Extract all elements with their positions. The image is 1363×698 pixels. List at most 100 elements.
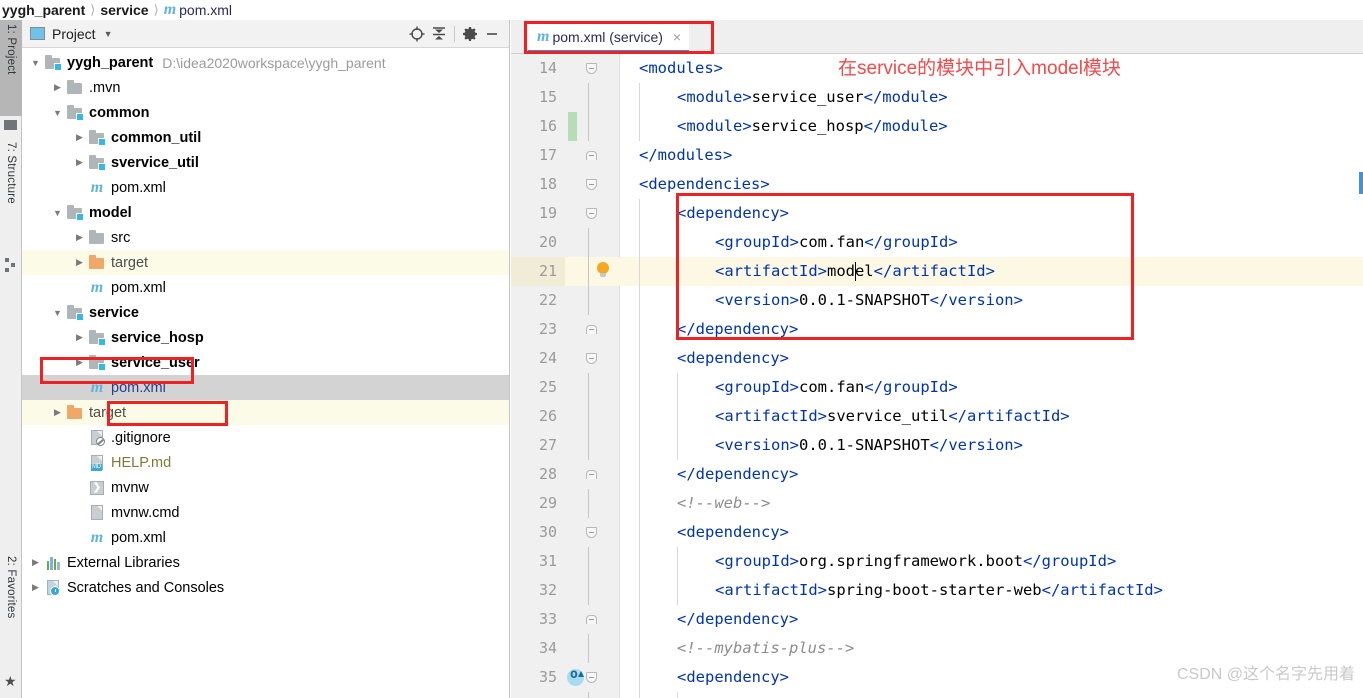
settings-gear-icon[interactable]: [459, 23, 481, 45]
fold-end-icon[interactable]: [583, 605, 599, 634]
scratches-icon: [44, 580, 62, 596]
tree-item-label: .gitignore: [111, 429, 171, 446]
tree-toggle-closed-icon[interactable]: [30, 582, 41, 593]
tool-tab-project[interactable]: 1: Project: [0, 20, 22, 116]
tree-row-src[interactable]: src: [22, 225, 509, 250]
tree-toggle-closed-icon[interactable]: [74, 132, 85, 143]
scrollbar-marker[interactable]: [1359, 172, 1363, 194]
tree-row-external-libraries[interactable]: External Libraries: [22, 550, 509, 575]
fold-end-icon[interactable]: [583, 315, 599, 344]
indent-guide: [677, 431, 678, 460]
tree-toggle-closed-icon[interactable]: [52, 82, 63, 93]
code-line[interactable]: 24 <dependency>: [511, 344, 1363, 373]
tree-item-label: pom.xml: [111, 379, 166, 396]
editor-tab-pom-service[interactable]: m pom.xml (service) ×: [528, 24, 690, 53]
tree-row-svervice_util[interactable]: svervice_util: [22, 150, 509, 175]
tree-toggle-closed-icon[interactable]: [52, 407, 63, 418]
tree-toggle-closed-icon[interactable]: [74, 232, 85, 243]
tool-tab-favorites[interactable]: 2: Favorites: [0, 552, 22, 670]
code-line[interactable]: 16 <module>service_hosp</module>: [511, 112, 1363, 141]
tree-row-pom-xml[interactable]: m pom.xml: [22, 175, 509, 200]
fold-end-icon[interactable]: [583, 460, 599, 489]
tool-tab-structure[interactable]: 7: Structure: [0, 138, 22, 254]
tree-toggle-closed-icon[interactable]: [74, 357, 85, 368]
code-line[interactable]: 17 </modules>: [511, 141, 1363, 170]
tree-toggle-closed-icon[interactable]: [74, 157, 85, 168]
breadcrumb-file[interactable]: pom.xml: [179, 2, 232, 18]
tree-row-target[interactable]: target: [22, 400, 509, 425]
tree-row-service_user[interactable]: service_user: [22, 350, 509, 375]
code-line[interactable]: 31 <groupId>org.springframework.boot</gro…: [511, 547, 1363, 576]
tree-row-help-md[interactable]: MD HELP.md: [22, 450, 509, 475]
code-text: </modules>: [639, 141, 732, 170]
code-line[interactable]: 30 <dependency>: [511, 518, 1363, 547]
tree-toggle-open-icon[interactable]: [30, 58, 41, 68]
tree-toggle-open-icon[interactable]: [52, 108, 63, 118]
project-file-tree[interactable]: yygh_parent D:\idea2020workspace\yygh_par…: [22, 48, 509, 600]
fold-open-icon[interactable]: [583, 199, 599, 228]
tree-row-service[interactable]: service: [22, 300, 509, 325]
tree-row-mvnw[interactable]: ❯ mvnw: [22, 475, 509, 500]
tree-row--mvn[interactable]: .mvn: [22, 75, 509, 100]
close-icon[interactable]: ×: [673, 29, 681, 45]
tree-item-path: D:\idea2020workspace\yygh_parent: [162, 54, 386, 71]
code-line[interactable]: 20 <groupId>com.fan</groupId>: [511, 228, 1363, 257]
code-line[interactable]: 15 <module>service_user</module>: [511, 83, 1363, 112]
code-editor[interactable]: 14 <modules> 15 <module>service_user</modul…: [511, 54, 1363, 698]
fold-open-icon[interactable]: [583, 663, 599, 692]
tree-row-mvnw-cmd[interactable]: mvnw.cmd: [22, 500, 509, 525]
locate-icon[interactable]: [406, 23, 428, 45]
tree-toggle-closed-icon[interactable]: [74, 332, 85, 343]
code-line[interactable]: 32 <artifactId>spring-boot-starter-web</a…: [511, 576, 1363, 605]
tree-row--gitignore[interactable]: .gitignore: [22, 425, 509, 450]
module-badge-icon: [76, 312, 84, 321]
hide-minimize-icon[interactable]: [481, 23, 503, 45]
code-line[interactable]: 28 </dependency>: [511, 460, 1363, 489]
tree-row-pom-xml[interactable]: m pom.xml: [22, 525, 509, 550]
fold-open-icon[interactable]: [583, 170, 599, 199]
code-line[interactable]: 29 <!--web-->: [511, 489, 1363, 518]
tree-row-pom-xml[interactable]: m pom.xml: [22, 375, 509, 400]
folder-icon: [88, 229, 106, 246]
code-token-tg: </dependency>: [677, 465, 799, 483]
text-file-icon: [88, 505, 106, 521]
code-token-cmt: <!--mybatis-plus-->: [677, 639, 855, 657]
code-line[interactable]: 19 <dependency>: [511, 199, 1363, 228]
code-line[interactable]: 26 <artifactId>svervice_util</artifactId>: [511, 402, 1363, 431]
tree-item-label: target: [89, 404, 127, 421]
tree-row-pom-xml[interactable]: m pom.xml: [22, 275, 509, 300]
tree-toggle-closed-icon[interactable]: [30, 557, 41, 568]
fold-end-icon[interactable]: [583, 141, 599, 170]
module-folder-icon: [88, 129, 106, 146]
code-line[interactable]: 33 </dependency>: [511, 605, 1363, 634]
fold-region-line: [588, 431, 589, 460]
code-line[interactable]: 25 <groupId>com.fan</groupId>: [511, 373, 1363, 402]
chevron-down-icon[interactable]: ▼: [104, 29, 113, 39]
tree-toggle-open-icon[interactable]: [52, 308, 63, 318]
code-line[interactable]: 23 </dependency>: [511, 315, 1363, 344]
code-line[interactable]: 21 <artifactId>model</artifactId>: [511, 257, 1363, 286]
fold-open-icon[interactable]: [583, 518, 599, 547]
code-line[interactable]: 22 <version>0.0.1-SNAPSHOT</version>: [511, 286, 1363, 315]
tree-toggle-closed-icon[interactable]: [74, 257, 85, 268]
code-line[interactable]: 34 <!--mybatis-plus-->: [511, 634, 1363, 663]
tree-row-yygh_parent[interactable]: yygh_parent D:\idea2020workspace\yygh_par…: [22, 50, 509, 75]
tree-row-service_hosp[interactable]: service_hosp: [22, 325, 509, 350]
tree-row-common[interactable]: common: [22, 100, 509, 125]
code-line[interactable]: 36 <groupId>com.baomidou</groupId>: [511, 692, 1363, 698]
tree-row-model[interactable]: model: [22, 200, 509, 225]
code-line[interactable]: 27 <version>0.0.1-SNAPSHOT</version>: [511, 431, 1363, 460]
collapse-all-icon[interactable]: [428, 23, 450, 45]
tree-row-scratches-and-consoles[interactable]: Scratches and Consoles: [22, 575, 509, 600]
fold-open-icon[interactable]: [583, 54, 599, 83]
code-line[interactable]: 18 <dependencies>: [511, 170, 1363, 199]
maven-reimport-icon[interactable]: [567, 667, 584, 686]
breadcrumb-segment-project[interactable]: yygh_parent: [2, 2, 85, 18]
code-token-tg: <artifactId>: [715, 262, 827, 280]
breadcrumb-segment-module[interactable]: service: [100, 2, 148, 18]
fold-open-icon[interactable]: [583, 344, 599, 373]
intention-bulb-icon[interactable]: [596, 262, 610, 280]
tree-toggle-open-icon[interactable]: [52, 208, 63, 218]
tree-row-common_util[interactable]: common_util: [22, 125, 509, 150]
tree-row-target[interactable]: target: [22, 250, 509, 275]
